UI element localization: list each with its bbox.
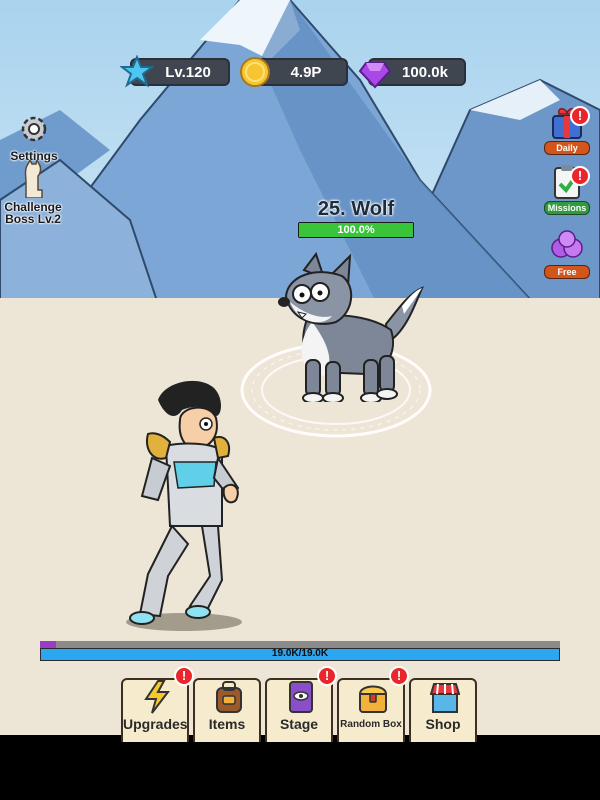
missions-label: Missions xyxy=(544,201,590,215)
settings-button[interactable]: Settings xyxy=(8,112,60,163)
stage-notification-badge: ! xyxy=(317,666,337,686)
tab-stage-label: Stage xyxy=(279,716,319,732)
gem-pile-icon xyxy=(551,230,583,258)
star-icon xyxy=(120,55,154,88)
player-health-text: 19.0K/19.0K xyxy=(271,648,329,659)
game-scene xyxy=(0,0,600,735)
gems-amount: 100.0k xyxy=(402,63,448,81)
enemy-health-text: 100.0% xyxy=(337,224,375,236)
daily-reward-button[interactable]: Daily ! xyxy=(544,102,590,155)
player-level-pill: Lv.120 xyxy=(120,55,230,88)
enemy-name: 25. Wolf xyxy=(317,198,395,220)
missions-notification-badge: ! xyxy=(570,166,590,186)
tab-stage[interactable]: Stage xyxy=(265,678,333,742)
gems-pill: 100.0k xyxy=(358,58,466,89)
player-level-text: Lv.120 xyxy=(165,63,211,81)
backpack-icon xyxy=(216,681,242,713)
tab-shop-label: Shop xyxy=(425,716,461,732)
bottom-bar-background xyxy=(0,735,600,800)
daily-notification-badge: ! xyxy=(570,106,590,126)
gold-pill: 4.9P xyxy=(240,57,348,87)
gold-amount: 4.9P xyxy=(290,63,322,81)
tab-random-box[interactable]: Random Box xyxy=(337,678,405,742)
challenge-boss-label: Challenge Boss Lv.2 xyxy=(4,200,62,226)
free-gems-button[interactable]: Free xyxy=(544,226,590,279)
gold-coin-icon xyxy=(240,57,270,87)
gear-icon xyxy=(21,116,47,142)
player-xp-bar xyxy=(40,641,560,648)
tab-upgrades-label: Upgrades xyxy=(123,716,188,732)
free-label: Free xyxy=(544,265,590,279)
gem-icon xyxy=(358,62,392,89)
tab-items-label: Items xyxy=(208,716,246,732)
hero-player xyxy=(126,380,242,631)
tab-upgrades[interactable]: Upgrades xyxy=(121,678,189,742)
lightning-bolt-icon xyxy=(144,680,171,714)
upgrades-notification-badge: ! xyxy=(174,666,194,686)
tab-items[interactable]: Items xyxy=(193,678,261,742)
random-box-notification-badge: ! xyxy=(389,666,409,686)
tab-shop[interactable]: Shop xyxy=(409,678,477,742)
player-health-bar: 19.0K/19.0K xyxy=(40,648,560,661)
wolf-enemy[interactable] xyxy=(276,252,426,402)
spellbook-icon xyxy=(289,681,313,713)
missions-button[interactable]: Missions ! xyxy=(544,162,590,215)
tab-random-box-label: Random Box xyxy=(340,719,402,730)
daily-label: Daily xyxy=(544,141,590,155)
challenge-boss-button[interactable]: Challenge Boss Lv.2 xyxy=(0,157,66,226)
shop-storefront-icon xyxy=(430,683,460,713)
treasure-chest-icon xyxy=(358,685,388,713)
llama-icon xyxy=(24,157,43,199)
enemy-health-bar: 100.0% xyxy=(298,222,414,238)
player-xp-fill xyxy=(40,641,56,648)
